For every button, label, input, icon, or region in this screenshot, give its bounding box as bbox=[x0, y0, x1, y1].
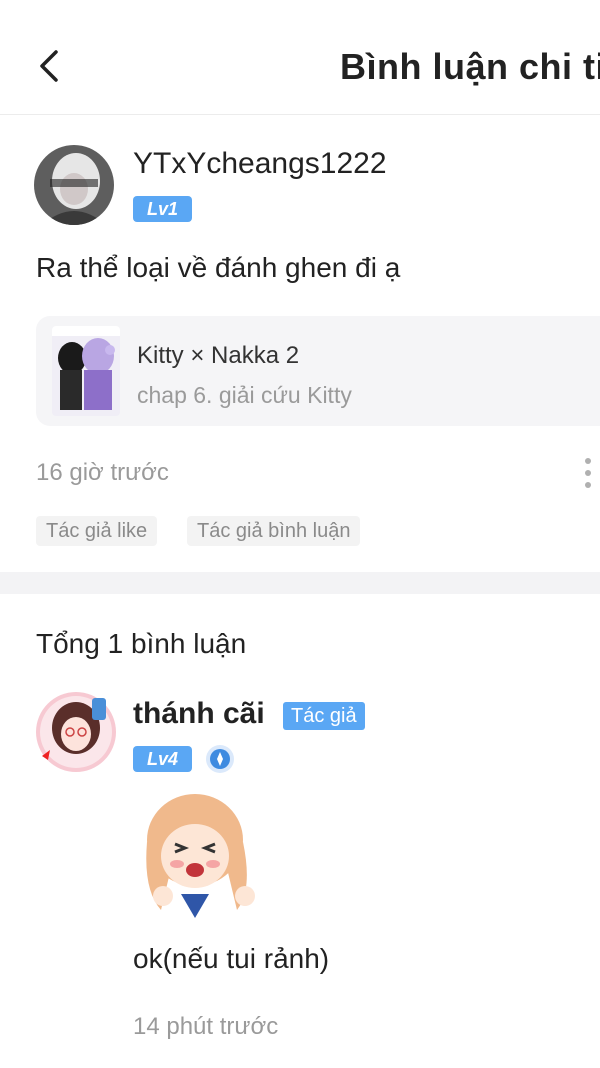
comment-username[interactable]: YTxYcheangs1222 bbox=[133, 147, 387, 181]
back-button[interactable] bbox=[30, 44, 70, 88]
more-options-button[interactable] bbox=[582, 456, 594, 490]
comment-timestamp: 16 giờ trước bbox=[36, 459, 169, 486]
manga-thumbnail bbox=[52, 326, 120, 416]
manga-link-card[interactable]: Kitty × Nakka 2 chap 6. giải cứu Kitty bbox=[36, 316, 600, 426]
section-divider bbox=[0, 572, 600, 594]
top-bar: Bình luận chi ti bbox=[0, 0, 600, 115]
avatar[interactable] bbox=[34, 145, 114, 225]
tag-author-comment: Tác giả bình luận bbox=[187, 516, 361, 546]
sticker-image bbox=[133, 790, 273, 918]
reply-username[interactable]: thánh cãi bbox=[133, 697, 265, 731]
chevron-left-icon bbox=[40, 50, 58, 82]
level-badge: Lv4 bbox=[133, 746, 192, 772]
level-badge: Lv1 bbox=[133, 196, 192, 222]
more-vertical-icon bbox=[585, 458, 591, 488]
page-title: Bình luận chi ti bbox=[340, 46, 600, 87]
medal-icon bbox=[205, 744, 235, 774]
tag-author-like: Tác giả like bbox=[36, 516, 158, 546]
manga-title: Kitty × Nakka 2 bbox=[137, 342, 300, 369]
manga-chapter: chap 6. giải cứu Kitty bbox=[137, 382, 352, 408]
author-badge: Tác giả bbox=[283, 702, 365, 730]
reply-timestamp: 14 phút trước bbox=[133, 1013, 279, 1040]
comment-text: Ra thể loại về đánh ghen đi ạ bbox=[36, 252, 401, 283]
reply-text: ok(nếu tui rảnh) bbox=[133, 943, 330, 974]
avatar[interactable] bbox=[34, 690, 118, 774]
replies-count: Tổng 1 bình luận bbox=[36, 628, 247, 659]
